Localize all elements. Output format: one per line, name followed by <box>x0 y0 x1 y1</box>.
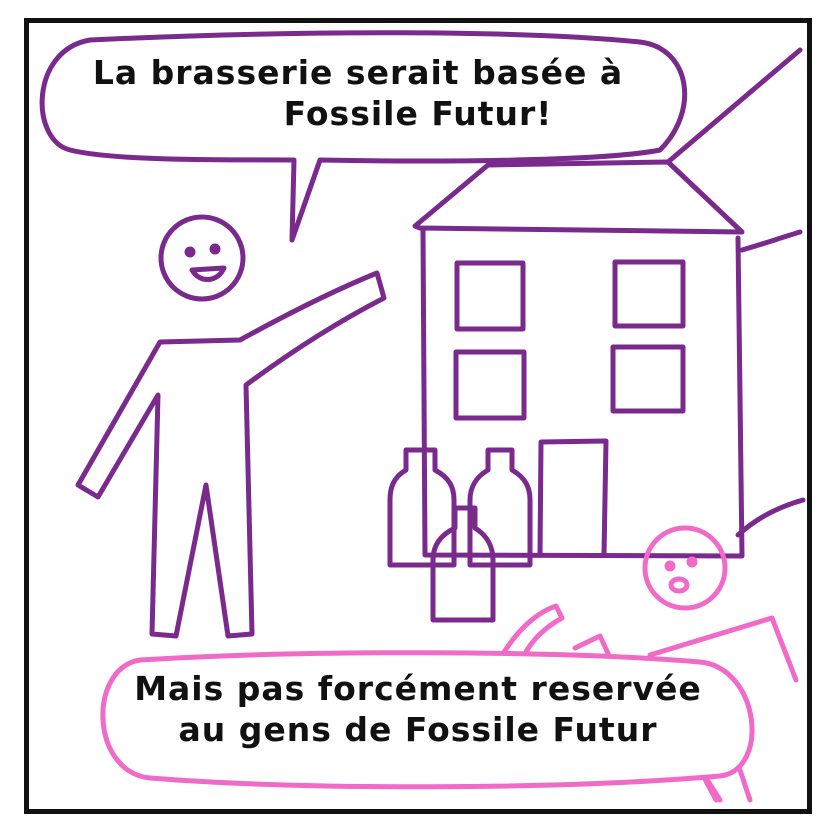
pink-eye <box>686 556 698 568</box>
purple-eye <box>184 246 196 258</box>
bottom-speech-line-2: au gens de Fossile Futur <box>178 710 658 750</box>
bottom-speech-text: Mais pas forcément reservée au gens de F… <box>118 668 718 751</box>
window <box>453 349 527 421</box>
door <box>537 438 609 558</box>
top-speech-text: La brasserie serait basée à Fossile Futu… <box>58 52 658 135</box>
pink-mouth <box>668 576 690 594</box>
window <box>610 344 686 414</box>
purple-eye <box>209 243 221 255</box>
purple-character <box>75 214 387 639</box>
hill-line <box>739 229 803 253</box>
bottle <box>467 447 533 568</box>
purple-body <box>75 270 387 639</box>
top-speech-line-2: Fossile Futur! <box>283 94 553 134</box>
pink-head <box>642 525 728 611</box>
bottom-speech-line-1: Mais pas forcément reservée <box>134 669 702 708</box>
house-outline-line <box>665 47 803 165</box>
house-roof <box>412 159 745 235</box>
bottles <box>387 447 533 623</box>
purple-smile <box>189 265 227 282</box>
top-speech-line-1: La brasserie serait basée à <box>92 53 624 92</box>
window <box>454 260 526 332</box>
hill <box>735 497 806 538</box>
window <box>612 259 686 329</box>
pink-eye <box>664 560 676 572</box>
purple-head <box>158 214 246 302</box>
